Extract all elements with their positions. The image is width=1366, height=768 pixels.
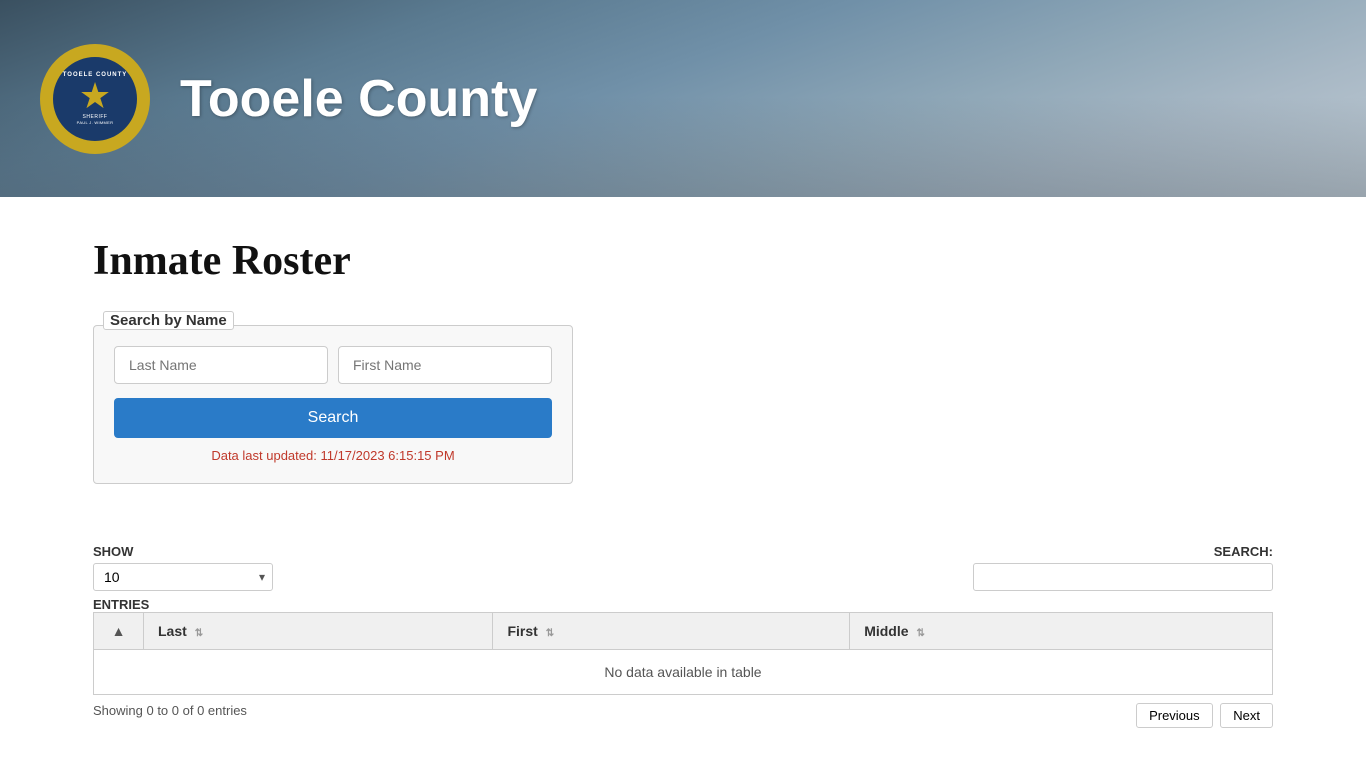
col-first-label: First (507, 623, 537, 639)
show-entries-section: SHOW 10 25 50 100 ENTRIES (93, 544, 273, 612)
sort-icon-middle: ⇅ (916, 628, 924, 639)
sort-icon-last: ⇅ (195, 628, 203, 639)
entries-select[interactable]: 10 25 50 100 (93, 563, 273, 591)
search-inputs-row (114, 346, 552, 384)
page-title: Inmate Roster (93, 237, 1273, 285)
no-data-row: No data available in table (94, 650, 1273, 695)
site-title: Tooele County (180, 69, 537, 129)
sort-up-icon: ▲ (112, 623, 126, 639)
header-logo: TOOELE COUNTY ★ SHERIFF PAUL J. WIMMER (40, 44, 150, 154)
next-button[interactable]: Next (1220, 703, 1273, 728)
inmate-table: ▲ Last ⇅ First ⇅ Middle ⇅ No data availa… (93, 612, 1273, 695)
logo-star-icon: ★ (79, 78, 111, 114)
no-data-cell: No data available in table (94, 650, 1273, 695)
logo-text-name: PAUL J. WIMMER (77, 120, 114, 125)
table-header-row: ▲ Last ⇅ First ⇅ Middle ⇅ (94, 613, 1273, 650)
showing-text: Showing 0 to 0 of 0 entries (93, 703, 247, 728)
search-by-name-container: Search by Name Search Data last updated:… (93, 325, 573, 484)
pagination-controls: Previous Next (1136, 703, 1273, 728)
table-search-label: SEARCH: (1214, 544, 1273, 559)
col-last-label: Last (158, 623, 187, 639)
previous-button[interactable]: Previous (1136, 703, 1213, 728)
sort-icon-first: ⇅ (546, 628, 554, 639)
last-name-input[interactable] (114, 346, 328, 384)
last-updated-text: Data last updated: 11/17/2023 6:15:15 PM (114, 448, 552, 463)
search-button[interactable]: Search (114, 398, 552, 438)
main-content: Inmate Roster Search by Name Search Data… (33, 197, 1333, 768)
col-header-last[interactable]: Last ⇅ (144, 613, 493, 650)
search-by-name-legend: Search by Name (103, 311, 234, 330)
table-header: ▲ Last ⇅ First ⇅ Middle ⇅ (94, 613, 1273, 650)
table-search-section: SEARCH: (973, 544, 1273, 591)
col-header-middle[interactable]: Middle ⇅ (850, 613, 1273, 650)
first-name-input[interactable] (338, 346, 552, 384)
entries-select-wrapper: 10 25 50 100 (93, 563, 273, 591)
site-header: TOOELE COUNTY ★ SHERIFF PAUL J. WIMMER T… (0, 0, 1366, 197)
entries-label: ENTRIES (93, 597, 273, 612)
col-header-num[interactable]: ▲ (94, 613, 144, 650)
table-controls: SHOW 10 25 50 100 ENTRIES SEARCH: (93, 544, 1273, 612)
table-search-input[interactable] (973, 563, 1273, 591)
search-by-name-box: Search by Name Search Data last updated:… (93, 325, 573, 484)
col-header-first[interactable]: First ⇅ (493, 613, 850, 650)
col-middle-label: Middle (864, 623, 908, 639)
table-body: No data available in table (94, 650, 1273, 695)
table-footer: Showing 0 to 0 of 0 entries Previous Nex… (93, 703, 1273, 728)
show-label: SHOW (93, 544, 273, 559)
